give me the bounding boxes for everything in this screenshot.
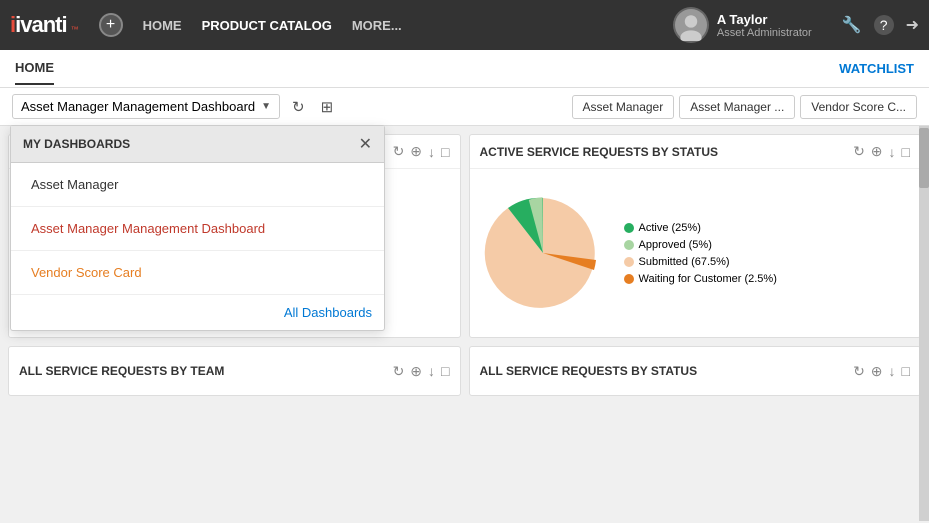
- pie-container-right: Active (25%) Approved (5%) Submitted (67…: [478, 188, 913, 318]
- user-role: Asset Administrator: [717, 27, 812, 39]
- refresh-button[interactable]: ↻: [288, 96, 309, 118]
- legend-dot-approved: [624, 240, 634, 250]
- card-icons-right: ↻ ⊕ ↓ □: [853, 143, 910, 160]
- download-icon-right[interactable]: ↓: [889, 144, 896, 160]
- share-icon-left[interactable]: ⊕: [410, 143, 422, 160]
- user-area: A Taylor Asset Administrator: [673, 7, 812, 43]
- dropdown-item-label-highlight: Management Dashboard: [122, 221, 265, 236]
- logo: iivanti ™: [10, 12, 79, 38]
- download-icon-left[interactable]: ↓: [428, 144, 435, 160]
- logo-trademark: ™: [71, 25, 79, 34]
- card-icons-left: ↻ ⊕ ↓ □: [393, 143, 450, 160]
- card-header-right: ACTIVE SERVICE REQUESTS BY STATUS ↻ ⊕ ↓ …: [470, 135, 921, 169]
- bottom-card-icons-left: ↻ ⊕ ↓ □: [393, 363, 450, 380]
- legend-dot-submitted: [624, 257, 634, 267]
- bottom-card-title-left: ALL SERVICE REQUESTS BY TEAM: [19, 364, 224, 378]
- tab-home[interactable]: HOME: [15, 52, 54, 85]
- legend-item-approved: Approved (5%): [624, 239, 777, 251]
- top-navigation: iivanti ™ + HOME PRODUCT CATALOG MORE...…: [0, 0, 929, 50]
- card-body-right: Active (25%) Approved (5%) Submitted (67…: [470, 169, 921, 337]
- signout-icon[interactable]: ➜: [906, 15, 919, 35]
- pill-vendor-score[interactable]: Vendor Score C...: [800, 95, 917, 119]
- download-icon-bottom-right[interactable]: ↓: [889, 363, 896, 379]
- share-icon-bottom-right[interactable]: ⊕: [871, 363, 883, 380]
- refresh-icon-right[interactable]: ↻: [853, 143, 865, 160]
- refresh-icon-left[interactable]: ↻: [393, 143, 405, 160]
- dropdown-footer: All Dashboards: [11, 295, 384, 330]
- card-all-requests-team: ALL SERVICE REQUESTS BY TEAM ↻ ⊕ ↓ □: [8, 346, 461, 396]
- legend-label-active: Active (25%): [639, 222, 701, 234]
- scrollbar-thumb[interactable]: [919, 128, 929, 188]
- download-icon-bottom-left[interactable]: ↓: [428, 363, 435, 379]
- pill-asset-manager-2[interactable]: Asset Manager ...: [679, 95, 795, 119]
- nav-product-catalog[interactable]: PRODUCT CATALOG: [202, 18, 332, 33]
- logo-text: iivanti: [10, 12, 67, 38]
- expand-icon-left[interactable]: □: [441, 144, 449, 160]
- pill-asset-manager[interactable]: Asset Manager: [572, 95, 675, 119]
- expand-icon-right[interactable]: □: [902, 144, 910, 160]
- dropdown-header: MY DASHBOARDS ✕: [11, 126, 384, 163]
- my-dashboards-dropdown: MY DASHBOARDS ✕ Asset Manager Asset Mana…: [10, 125, 385, 331]
- chevron-down-icon: ▼: [261, 101, 271, 112]
- bottom-card-icons-right: ↻ ⊕ ↓ □: [853, 363, 910, 380]
- card-active-requests-by-status: ACTIVE SERVICE REQUESTS BY STATUS ↻ ⊕ ↓ …: [469, 134, 922, 338]
- refresh-icon-bottom-right[interactable]: ↻: [853, 363, 865, 380]
- dropdown-title: MY DASHBOARDS: [23, 137, 130, 151]
- card-all-requests-status: ALL SERVICE REQUESTS BY STATUS ↻ ⊕ ↓ □: [469, 346, 922, 396]
- nav-more[interactable]: MORE...: [352, 18, 402, 33]
- dashboard-select[interactable]: Asset Manager Management Dashboard ▼: [12, 94, 280, 119]
- user-info: A Taylor Asset Administrator: [717, 12, 812, 39]
- all-dashboards-link[interactable]: All Dashboards: [284, 305, 372, 320]
- expand-icon-bottom-left[interactable]: □: [441, 363, 449, 379]
- dashboard-select-label: Asset Manager Management Dashboard: [21, 99, 255, 114]
- user-name: A Taylor: [717, 12, 812, 27]
- nav-utility-icons: 🔧 ? ➜: [842, 15, 919, 35]
- refresh-icon-bottom-left[interactable]: ↻: [393, 363, 405, 380]
- secondary-nav: HOME WATCHLIST: [0, 50, 929, 88]
- help-icon[interactable]: ?: [874, 15, 894, 35]
- legend-label-waiting: Waiting for Customer (2.5%): [639, 273, 777, 285]
- legend-label-approved: Approved (5%): [639, 239, 712, 251]
- wrench-icon[interactable]: 🔧: [842, 15, 862, 35]
- right-legend: Active (25%) Approved (5%) Submitted (67…: [624, 222, 777, 285]
- dropdown-close-button[interactable]: ✕: [359, 134, 372, 154]
- toolbar: Asset Manager Management Dashboard ▼ ↻ ⊞…: [0, 88, 929, 126]
- nav-home[interactable]: HOME: [143, 18, 182, 33]
- add-button[interactable]: +: [99, 13, 123, 37]
- card-title-right: ACTIVE SERVICE REQUESTS BY STATUS: [480, 145, 719, 159]
- cards-row-bottom: ALL SERVICE REQUESTS BY TEAM ↻ ⊕ ↓ □ ALL…: [0, 346, 929, 396]
- dropdown-item-vendor-scorecard[interactable]: Vendor Score Card: [11, 251, 384, 295]
- share-icon-bottom-left[interactable]: ⊕: [410, 363, 422, 380]
- watchlist-button[interactable]: WATCHLIST: [839, 61, 914, 76]
- legend-dot-active: [624, 223, 634, 233]
- pie-chart-right: [478, 188, 608, 318]
- dropdown-item-asset-manager-dashboard[interactable]: Asset Manager Management Dashboard: [11, 207, 384, 251]
- avatar: [673, 7, 709, 43]
- expand-icon-bottom-right[interactable]: □: [902, 363, 910, 379]
- legend-label-submitted: Submitted (67.5%): [639, 256, 730, 268]
- legend-item-waiting: Waiting for Customer (2.5%): [624, 273, 777, 285]
- scrollbar[interactable]: [919, 126, 929, 521]
- dashboard-pills: Asset Manager Asset Manager ... Vendor S…: [572, 95, 917, 119]
- legend-item-active: Active (25%): [624, 222, 777, 234]
- layout-button[interactable]: ⊞: [317, 96, 338, 118]
- dropdown-item-asset-manager[interactable]: Asset Manager: [11, 163, 384, 207]
- share-icon-right[interactable]: ⊕: [871, 143, 883, 160]
- legend-item-submitted: Submitted (67.5%): [624, 256, 777, 268]
- bottom-card-title-right: ALL SERVICE REQUESTS BY STATUS: [480, 364, 698, 378]
- legend-dot-waiting: [624, 274, 634, 284]
